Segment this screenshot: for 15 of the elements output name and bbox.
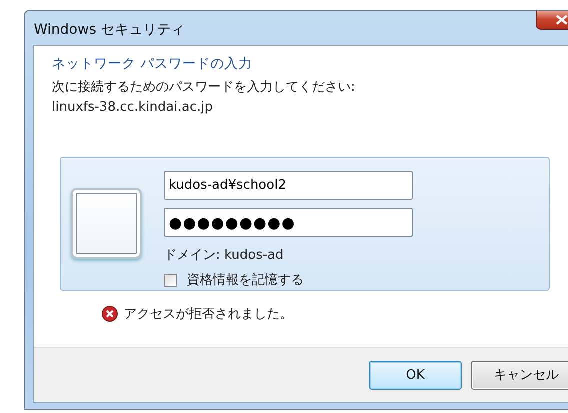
user-tile bbox=[71, 188, 142, 259]
remember-checkbox[interactable] bbox=[164, 274, 177, 286]
server-name: linuxfs-38.cc.kindai.ac.jp bbox=[52, 100, 214, 115]
error-icon bbox=[102, 306, 118, 322]
password-field[interactable]: ●●●●●●●●● bbox=[164, 208, 413, 237]
remember-label: 資格情報を記憶する bbox=[187, 272, 304, 289]
close-icon bbox=[556, 15, 568, 25]
username-field[interactable]: kudos-ad¥school2 bbox=[164, 171, 413, 200]
ok-button[interactable]: OK bbox=[369, 360, 462, 390]
cancel-button[interactable]: キャンセル bbox=[471, 360, 568, 390]
domain-text: ドメイン: kudos-ad bbox=[164, 247, 285, 264]
window-title: Windows セキュリティ bbox=[34, 21, 185, 39]
dialog-heading: ネットワーク パスワードの入力 bbox=[52, 55, 254, 73]
error-message: アクセスが拒否されました。 bbox=[124, 306, 293, 323]
instruction-text: 次に接続するためのパスワードを入力してください: bbox=[52, 79, 356, 96]
